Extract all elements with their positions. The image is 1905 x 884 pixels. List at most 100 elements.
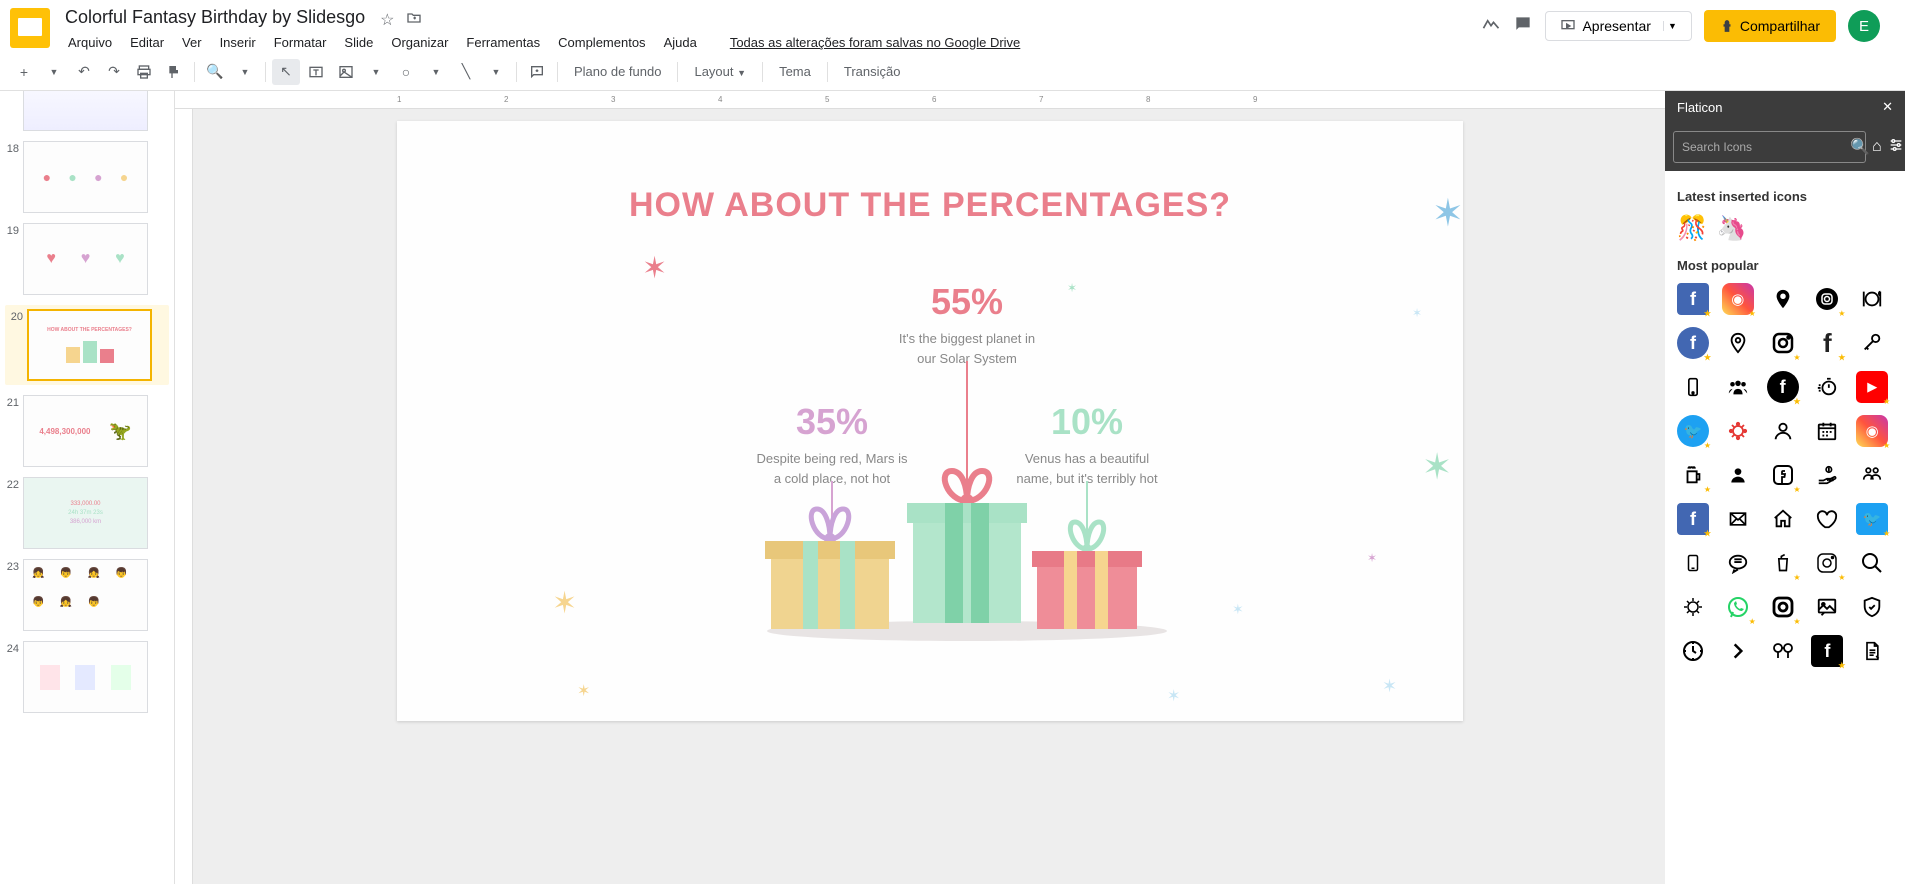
account-avatar[interactable]: E — [1848, 10, 1880, 42]
virus-icon[interactable] — [1722, 415, 1754, 447]
share-button[interactable]: Compartilhar — [1704, 10, 1836, 42]
menu-ajuda[interactable]: Ajuda — [656, 32, 705, 53]
comments-icon[interactable] — [1513, 14, 1533, 39]
slide-filmstrip[interactable]: 18 ●●●● 19 ♥♥♥ 20 HOW ABOUT THE PERCENTA… — [0, 91, 175, 884]
beer-icon[interactable]: ★ — [1677, 459, 1709, 491]
email-icon[interactable] — [1722, 503, 1754, 535]
flaticon-search-box[interactable]: 🔍 — [1673, 131, 1866, 163]
menu-formatar[interactable]: Formatar — [266, 32, 335, 53]
magnifier-icon[interactable] — [1856, 547, 1888, 579]
slide-thumb-visible-top[interactable] — [5, 91, 169, 131]
instagram-bold-icon[interactable]: ★ — [1767, 591, 1799, 623]
redo-button[interactable]: ↷ — [100, 59, 128, 85]
shape-dropdown-icon[interactable]: ▼ — [422, 59, 450, 85]
stat-center[interactable]: 55% It's the biggest planet inour Solar … — [877, 281, 1057, 368]
home-icon[interactable]: ⌂ — [1872, 138, 1882, 156]
activity-icon[interactable] — [1481, 14, 1501, 39]
confetti-icon[interactable]: 🎊 — [1677, 214, 1707, 243]
instagram-gradient-icon[interactable]: ◉★ — [1856, 415, 1888, 447]
facebook-icon[interactable]: f★ — [1677, 283, 1709, 315]
transition-button[interactable]: Transição — [834, 64, 911, 79]
menu-inserir[interactable]: Inserir — [212, 32, 264, 53]
shield-icon[interactable] — [1856, 591, 1888, 623]
facebook-black-icon[interactable]: f★ — [1811, 635, 1843, 667]
group-icon[interactable] — [1722, 371, 1754, 403]
location-outline-icon[interactable] — [1722, 327, 1754, 359]
line-dropdown-icon[interactable]: ▼ — [482, 59, 510, 85]
picture-icon[interactable] — [1811, 591, 1843, 623]
facebook-square2-icon[interactable]: f★ — [1677, 503, 1709, 535]
slide-thumb-18[interactable]: 18 ●●●● — [5, 141, 169, 213]
slide-thumb-20[interactable]: 20 HOW ABOUT THE PERCENTAGES? — [5, 305, 169, 385]
present-button[interactable]: Apresentar ▼ — [1545, 11, 1691, 41]
slides-logo-icon[interactable] — [10, 8, 50, 48]
menu-ver[interactable]: Ver — [174, 32, 210, 53]
menu-slide[interactable]: Slide — [336, 32, 381, 53]
close-icon[interactable]: ✕ — [1882, 99, 1893, 115]
layout-button[interactable]: Layout ▼ — [684, 64, 756, 79]
star-icon[interactable]: ☆ — [380, 10, 396, 26]
select-tool-button[interactable]: ↖ — [272, 59, 300, 85]
move-folder-icon[interactable] — [406, 10, 422, 26]
virus-outline-icon[interactable] — [1677, 591, 1709, 623]
chevron-right-icon[interactable] — [1722, 635, 1754, 667]
slide-canvas[interactable]: HOW ABOUT THE PERCENTAGES? ✶ ✶ ✶ ✶ ✶ ✶ ✶… — [397, 121, 1463, 721]
search-input[interactable] — [1674, 132, 1845, 162]
print-button[interactable] — [130, 59, 158, 85]
facebook-rounded-icon[interactable]: ★ — [1767, 459, 1799, 491]
undo-button[interactable]: ↶ — [70, 59, 98, 85]
instagram-thin-icon[interactable]: ★ — [1811, 547, 1843, 579]
user-outline-icon[interactable] — [1767, 415, 1799, 447]
team-icon[interactable] — [1856, 459, 1888, 491]
search-icon[interactable]: 🔍 — [1845, 132, 1865, 162]
menu-arquivo[interactable]: Arquivo — [60, 32, 120, 53]
background-button[interactable]: Plano de fundo — [564, 64, 671, 79]
stopwatch-icon[interactable] — [1811, 371, 1843, 403]
clock-icon[interactable] — [1677, 635, 1709, 667]
facebook-black-circle-icon[interactable]: f★ — [1767, 371, 1799, 403]
shape-button[interactable]: ○ — [392, 59, 420, 85]
menu-editar[interactable]: Editar — [122, 32, 172, 53]
image-button[interactable] — [332, 59, 360, 85]
menu-organizar[interactable]: Organizar — [383, 32, 456, 53]
drink-icon[interactable]: ★ — [1767, 547, 1799, 579]
flaticon-body[interactable]: Latest inserted icons 🎊 🦄 Most popular f… — [1665, 171, 1905, 884]
slide-thumb-23[interactable]: 23 👧👦👧👦 👦👧👦 — [5, 559, 169, 631]
menu-complementos[interactable]: Complementos — [550, 32, 653, 53]
money-hand-icon[interactable] — [1811, 459, 1843, 491]
comment-toolbar-button[interactable] — [523, 59, 551, 85]
calendar-icon[interactable] — [1811, 415, 1843, 447]
slide-thumb-24[interactable]: 24 — [5, 641, 169, 713]
slide-thumb-19[interactable]: 19 ♥♥♥ — [5, 223, 169, 295]
menu-ferramentas[interactable]: Ferramentas — [458, 32, 548, 53]
zoom-button[interactable]: 🔍 — [201, 59, 229, 85]
instagram-circle-icon[interactable]: ★ — [1811, 283, 1843, 315]
chat-icon[interactable] — [1722, 547, 1754, 579]
twitter-square-icon[interactable]: 🐦★ — [1856, 503, 1888, 535]
heart-icon[interactable] — [1811, 503, 1843, 535]
new-slide-dropdown-icon[interactable]: ▼ — [40, 59, 68, 85]
smartphone-icon[interactable] — [1677, 371, 1709, 403]
new-slide-button[interactable]: + — [10, 59, 38, 85]
textbox-button[interactable] — [302, 59, 330, 85]
home-outline-icon[interactable] — [1767, 503, 1799, 535]
settings-icon[interactable] — [1888, 137, 1904, 158]
facebook-f-icon[interactable]: f★ — [1811, 327, 1843, 359]
cutlery-icon[interactable] — [1856, 283, 1888, 315]
location-pin-icon[interactable] — [1767, 283, 1799, 315]
document-title[interactable]: Colorful Fantasy Birthday by Slidesgo — [60, 5, 370, 30]
phone-icon[interactable] — [1677, 547, 1709, 579]
facebook-circle-icon[interactable]: f★ — [1677, 327, 1709, 359]
present-dropdown-icon[interactable]: ▼ — [1663, 21, 1677, 31]
zoom-dropdown-icon[interactable]: ▼ — [231, 59, 259, 85]
instagram-icon[interactable]: ◉★ — [1722, 283, 1754, 315]
youtube-icon[interactable]: ▶★ — [1856, 371, 1888, 403]
microphone-icon[interactable] — [1856, 327, 1888, 359]
line-button[interactable]: ╲ — [452, 59, 480, 85]
mask-icon[interactable] — [1767, 635, 1799, 667]
slide-title-text[interactable]: HOW ABOUT THE PERCENTAGES? — [397, 186, 1463, 225]
theme-button[interactable]: Tema — [769, 64, 821, 79]
unicorn-icon[interactable]: 🦄 — [1717, 214, 1747, 243]
slide-thumb-22[interactable]: 22 333,000.00 24h 37m 23s 386,000 km — [5, 477, 169, 549]
canvas-area[interactable]: 123456789 HOW ABOUT THE PERCENTAGES? ✶ ✶… — [175, 91, 1665, 884]
